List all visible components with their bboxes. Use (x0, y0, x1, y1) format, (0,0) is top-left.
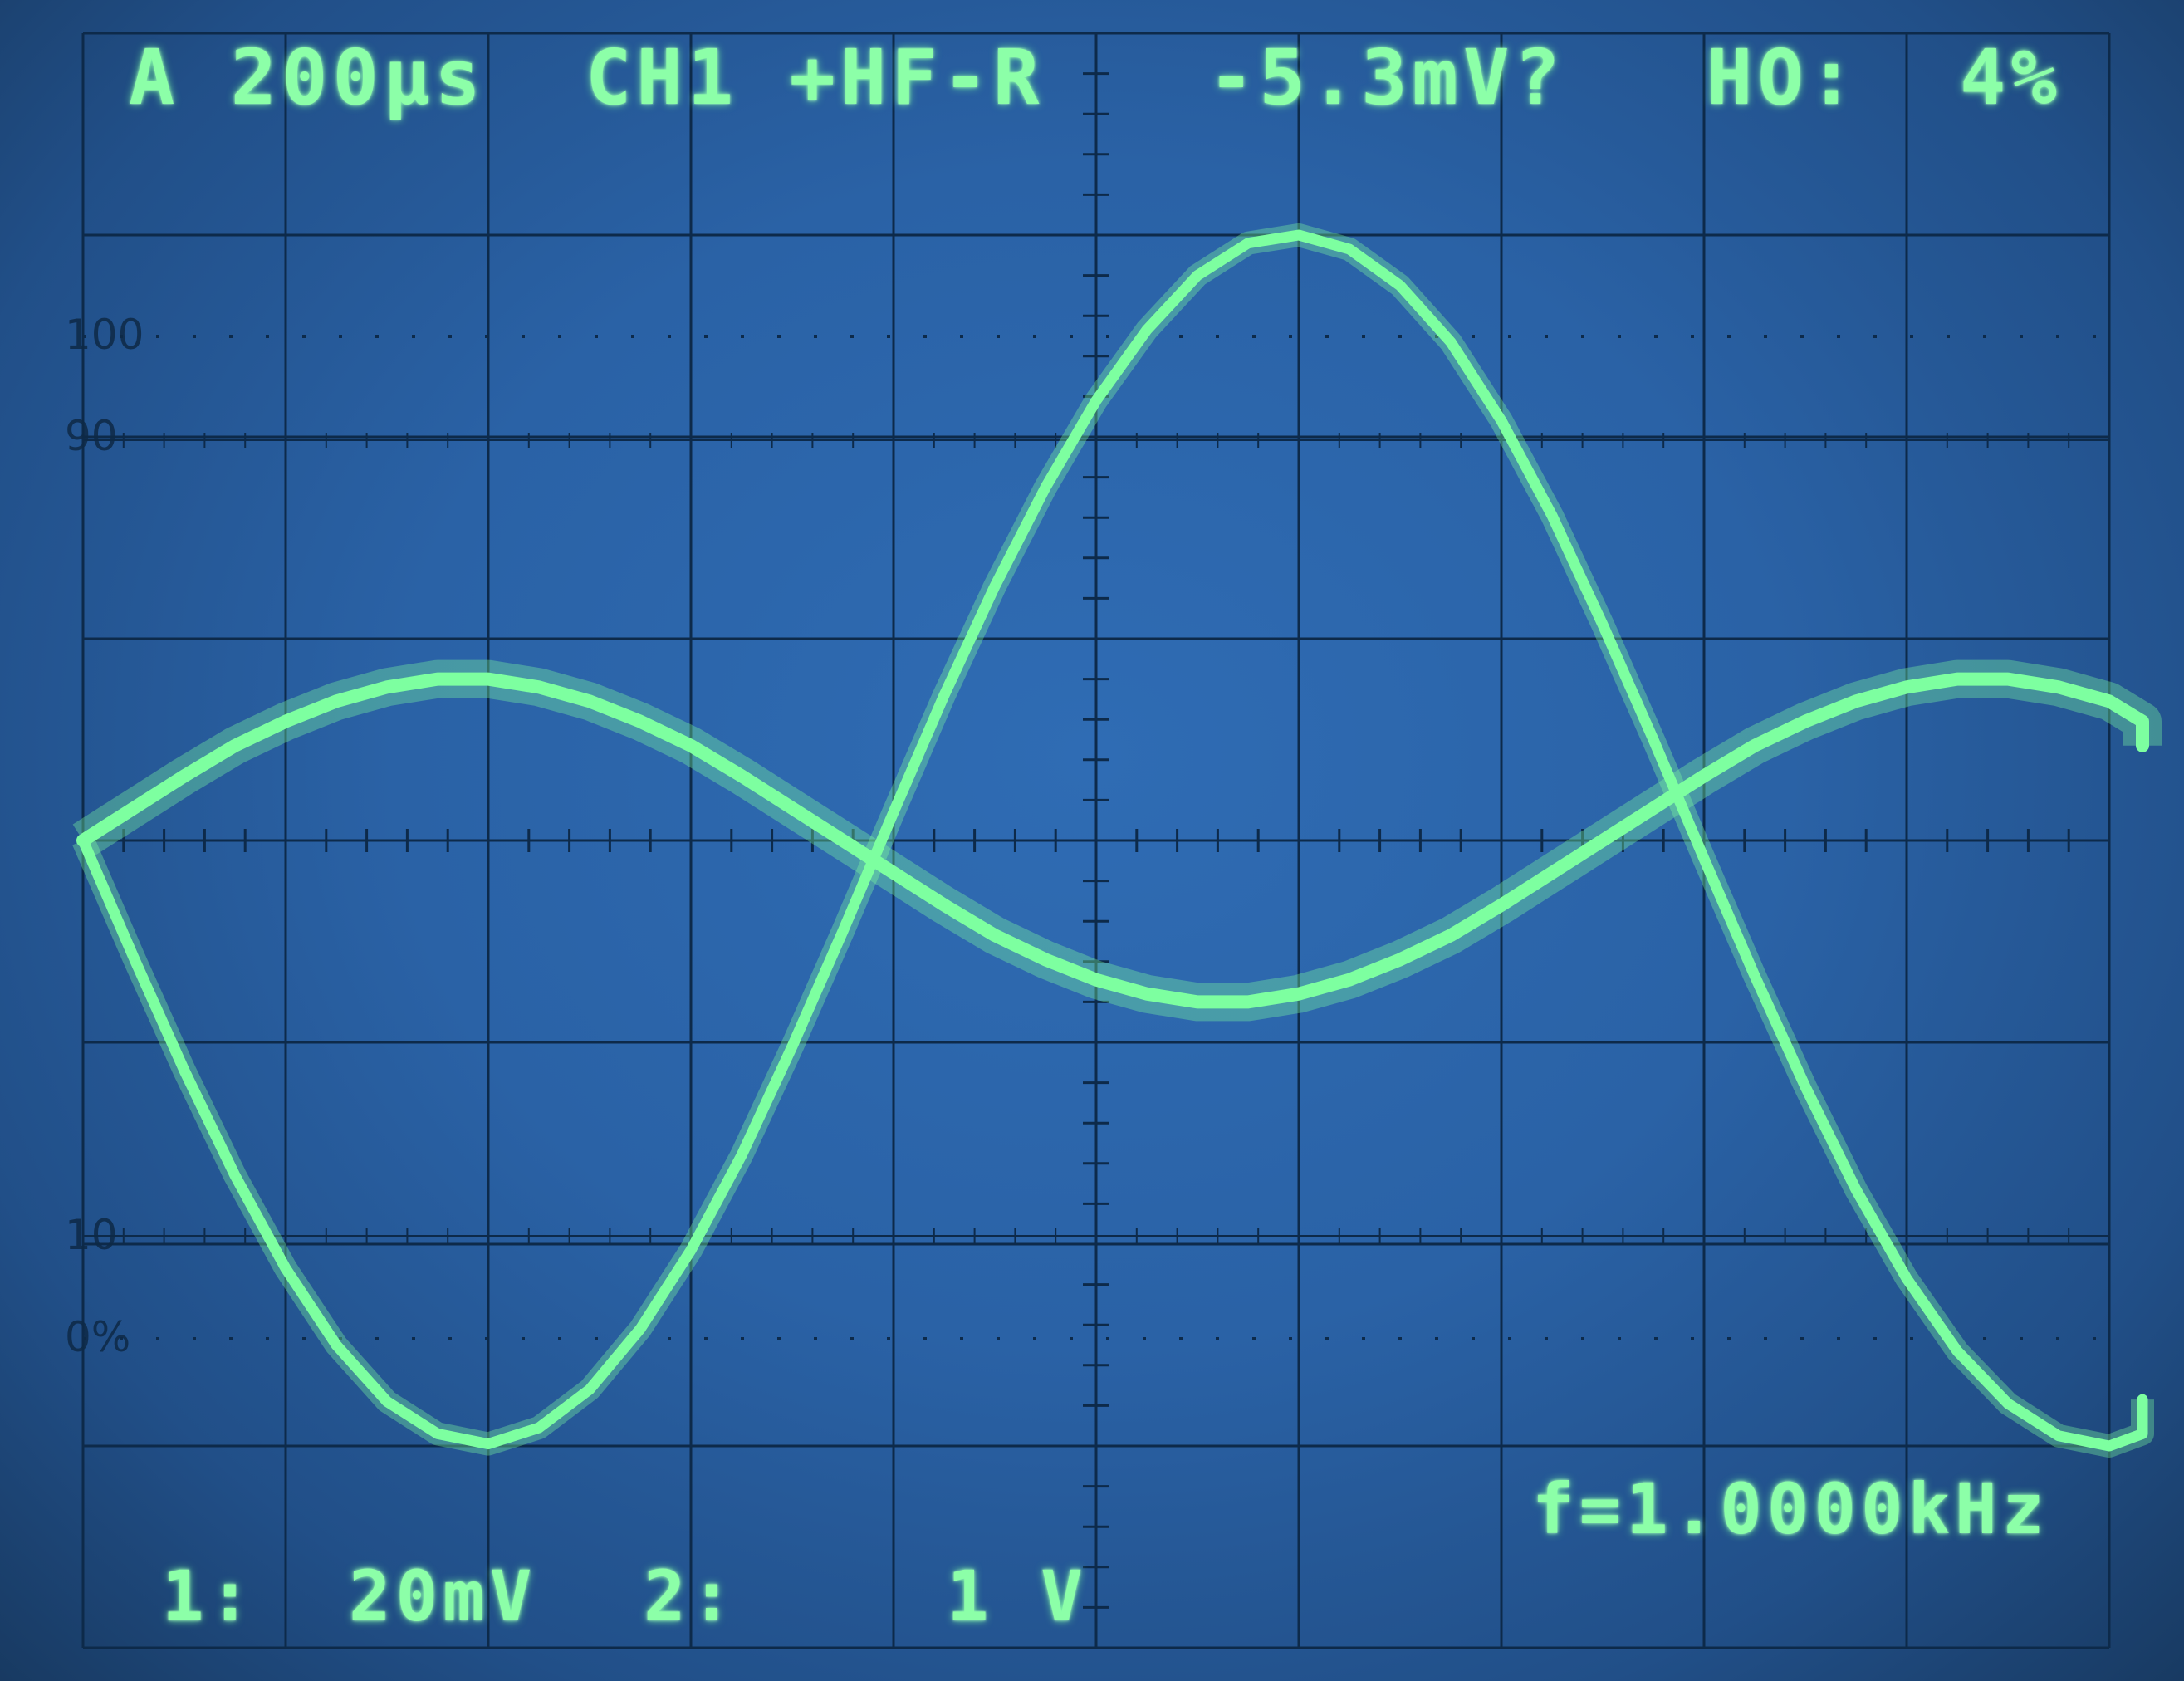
holdoff-value: 4% (1960, 33, 2062, 122)
timebase-readout: A 200µs (129, 33, 486, 122)
graticule-label-100: 100 (65, 311, 144, 359)
holdoff-label: HO: (1707, 33, 1860, 122)
trigger-source-readout: CH1 +HF-R (585, 33, 1045, 122)
ch1-label: 1: (162, 1556, 257, 1637)
ch2-label: 2: (644, 1556, 738, 1637)
frequency-readout: f=1.0000kHz (1532, 1468, 2049, 1550)
graticule-label-10: 10 (65, 1211, 118, 1259)
oscilloscope-screen: 100 90 10 0% A 200µs CH1 +HF-R -5.3mV? H… (0, 0, 2184, 1681)
ch2-scale-readout: 1 V (947, 1556, 1088, 1637)
scope-display (72, 32, 2162, 1649)
ch1-scale-readout: 20mV (349, 1556, 537, 1637)
graticule-label-90: 90 (65, 412, 118, 460)
graticule-label-0: 0% (65, 1313, 131, 1361)
trigger-level-readout: -5.3mV? (1208, 33, 1565, 122)
